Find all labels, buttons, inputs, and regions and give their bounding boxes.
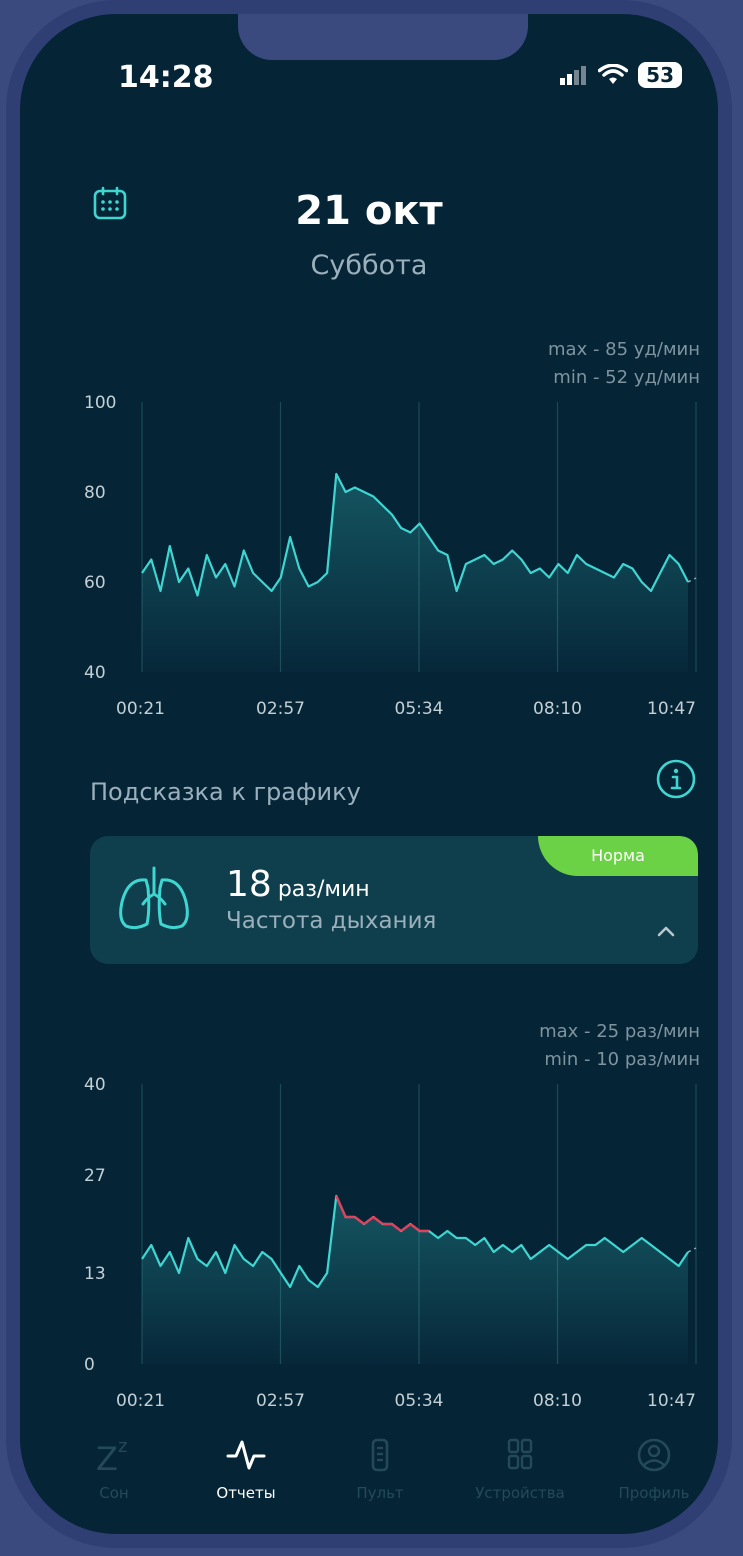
info-icon[interactable] <box>655 758 697 800</box>
tab-sleep-label: Сон <box>99 1484 129 1502</box>
breathing-value: 18 раз/мин <box>226 864 370 905</box>
tab-profile[interactable]: Профиль <box>594 1436 714 1502</box>
battery-icon: 53 <box>638 62 682 88</box>
breathing-rate-chart: 40 27 13 0 00:21 02:57 05:34 08:10 10:47 <box>84 1075 697 1411</box>
breath-chart-x-tick-label: 05:34 <box>395 1391 444 1411</box>
status-time: 14:28 <box>118 60 214 95</box>
heart-max-label: max - 85 уд/мин <box>548 339 700 360</box>
breath-chart-y-tick-label: 0 <box>84 1355 95 1375</box>
heart-chart-y-tick-label: 80 <box>84 483 106 503</box>
tab-remote[interactable]: Пульт <box>320 1436 440 1502</box>
breathing-rate-number: 18 <box>226 864 272 905</box>
signal-icon <box>560 66 587 85</box>
breath-max-label: max - 25 раз/мин <box>539 1021 700 1042</box>
zz-icon: Z z <box>96 1436 127 1478</box>
breath-chart-area <box>142 1196 688 1364</box>
breath-chart-tail-line <box>687 1247 697 1253</box>
grid-icon <box>507 1438 533 1470</box>
status-badge: Норма <box>538 836 698 876</box>
pulse-icon <box>226 1440 266 1470</box>
heart-chart-x-tick-label: 05:34 <box>395 699 444 719</box>
breathing-card[interactable]: Норма 18 раз/мин Частота дыхания <box>90 836 698 964</box>
tab-remote-label: Пульт <box>356 1484 404 1502</box>
lungs-icon <box>119 866 189 930</box>
phone-screen: 14:28 53 21 окт Суббота max - 85 уд/мин … <box>20 14 718 1534</box>
notch <box>238 14 528 60</box>
heart-chart-x-tick-label: 08:10 <box>533 699 582 719</box>
heart-chart-tail-line <box>687 577 697 583</box>
heart-minmax: max - 85 уд/мин min - 52 уд/мин <box>548 336 700 392</box>
heart-rate-chart: 100 80 60 40 00:21 02:57 05:34 08:10 10:47 <box>84 393 697 719</box>
breathing-rate-unit: раз/мин <box>277 877 370 902</box>
breath-chart-x-tick-label: 10:47 <box>647 1391 696 1411</box>
date-title[interactable]: 21 окт <box>20 188 718 234</box>
heart-chart-x-tick-label: 02:57 <box>256 699 305 719</box>
status-icons: 53 <box>560 62 682 88</box>
tab-sleep[interactable]: Z z Сон <box>54 1436 174 1502</box>
svg-text:Z: Z <box>96 1440 118 1474</box>
svg-text:z: z <box>118 1436 127 1457</box>
tab-reports[interactable]: Отчеты <box>186 1436 306 1502</box>
heart-chart-y-tick-label: 60 <box>84 573 106 593</box>
breath-chart-x-tick-label: 08:10 <box>533 1391 582 1411</box>
wifi-icon <box>598 64 629 84</box>
tab-devices[interactable]: Устройства <box>460 1436 580 1502</box>
breath-chart-x-tick-label: 02:57 <box>256 1391 305 1411</box>
tab-devices-label: Устройства <box>475 1484 565 1502</box>
tab-profile-label: Профиль <box>618 1484 690 1502</box>
heart-chart-x-tick-label: 00:21 <box>116 699 165 719</box>
breath-chart-x-tick-label: 00:21 <box>116 1391 165 1411</box>
breathing-label: Частота дыхания <box>226 908 437 934</box>
breath-chart-y-tick-label: 13 <box>84 1264 106 1284</box>
heart-chart-x-tick-label: 10:47 <box>647 699 696 719</box>
breath-chart-y-tick-label: 27 <box>84 1166 106 1186</box>
remote-icon <box>371 1438 389 1472</box>
user-icon <box>637 1438 671 1472</box>
tab-reports-label: Отчеты <box>216 1484 276 1502</box>
breath-min-label: min - 10 раз/мин <box>544 1049 700 1070</box>
tab-bar: Z z Сон Отчеты Пульт Устройства Профиль <box>20 1436 718 1520</box>
breath-minmax: max - 25 раз/мин min - 10 раз/мин <box>539 1018 700 1074</box>
day-subtitle: Суббота <box>310 250 428 281</box>
chart-hint-label[interactable]: Подсказка к графику <box>90 778 361 806</box>
chevron-up-icon[interactable] <box>656 924 676 938</box>
heart-chart-y-tick-label: 40 <box>84 663 106 683</box>
heart-chart-y-tick-label: 100 <box>84 393 116 413</box>
breath-chart-y-tick-label: 40 <box>84 1075 106 1095</box>
heart-min-label: min - 52 уд/мин <box>553 367 700 388</box>
